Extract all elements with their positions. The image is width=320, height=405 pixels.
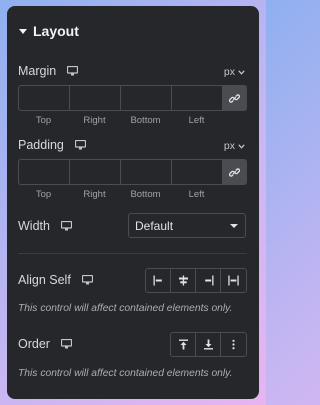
order-end-icon[interactable]: [196, 333, 221, 356]
desktop-icon[interactable]: [60, 221, 72, 231]
side-label-left: Left: [188, 189, 205, 200]
align-self-label-row: Align Self: [18, 273, 93, 287]
align-stretch-icon[interactable]: [221, 269, 246, 292]
side-label-left: Left: [188, 115, 205, 126]
caret-down-icon: [19, 29, 27, 34]
order-label-row: Order: [18, 337, 72, 351]
divider: [18, 253, 247, 254]
padding-right-input[interactable]: [69, 159, 120, 185]
order-label: Order: [18, 337, 50, 351]
margin-bottom-input[interactable]: [120, 85, 171, 111]
padding-side-labels: Top Right Bottom Left: [18, 189, 222, 200]
padding-label-row: Padding: [18, 138, 86, 152]
margin-unit: px: [223, 66, 235, 78]
desktop-icon[interactable]: [74, 140, 86, 150]
padding-link-button[interactable]: [222, 159, 247, 185]
margin-left-input[interactable]: [171, 85, 222, 111]
more-icon[interactable]: [221, 333, 246, 356]
side-label-bottom: Bottom: [130, 115, 161, 126]
side-label-top: Top: [35, 189, 52, 200]
side-label-bottom: Bottom: [130, 189, 161, 200]
chevron-down-icon: [238, 143, 245, 149]
section-title: Layout: [33, 23, 79, 39]
padding-label: Padding: [18, 138, 64, 152]
align-self-note: This control will affect contained eleme…: [18, 303, 233, 314]
margin-top-input[interactable]: [18, 85, 69, 111]
align-center-icon[interactable]: [171, 269, 196, 292]
padding-top-input[interactable]: [18, 159, 69, 185]
margin-inputs: [18, 85, 247, 111]
caret-down-icon: [230, 223, 238, 228]
width-label-row: Width: [18, 219, 72, 233]
margin-label-row: Margin: [18, 64, 79, 78]
chevron-down-icon: [238, 69, 245, 75]
width-label: Width: [18, 219, 50, 233]
margin-side-labels: Top Right Bottom Left: [18, 115, 222, 126]
padding-inputs: [18, 159, 247, 185]
margin-right-input[interactable]: [69, 85, 120, 111]
margin-unit-select[interactable]: px: [224, 66, 245, 78]
order-note: This control will affect contained eleme…: [18, 368, 233, 379]
layout-panel: Layout Margin px Top Right Bottom Left P…: [7, 6, 259, 399]
width-select-value: Default: [135, 218, 174, 233]
align-self-buttons: [145, 268, 247, 293]
padding-left-input[interactable]: [171, 159, 222, 185]
side-label-right: Right: [83, 189, 106, 200]
side-label-top: Top: [35, 115, 52, 126]
desktop-icon[interactable]: [60, 339, 72, 349]
align-self-label: Align Self: [18, 273, 71, 287]
padding-bottom-input[interactable]: [120, 159, 171, 185]
side-label-right: Right: [83, 115, 106, 126]
padding-unit: px: [223, 140, 235, 152]
order-start-icon[interactable]: [171, 333, 196, 356]
desktop-icon[interactable]: [67, 66, 79, 76]
desktop-icon[interactable]: [81, 275, 93, 285]
padding-unit-select[interactable]: px: [224, 140, 245, 152]
link-icon: [229, 167, 240, 177]
order-buttons: [170, 332, 247, 357]
margin-link-button[interactable]: [222, 85, 247, 111]
section-header[interactable]: Layout: [19, 23, 79, 39]
margin-label: Margin: [18, 64, 57, 78]
align-end-icon[interactable]: [196, 269, 221, 292]
align-start-icon[interactable]: [146, 269, 171, 292]
link-icon: [229, 93, 240, 103]
width-select[interactable]: Default: [128, 213, 246, 238]
